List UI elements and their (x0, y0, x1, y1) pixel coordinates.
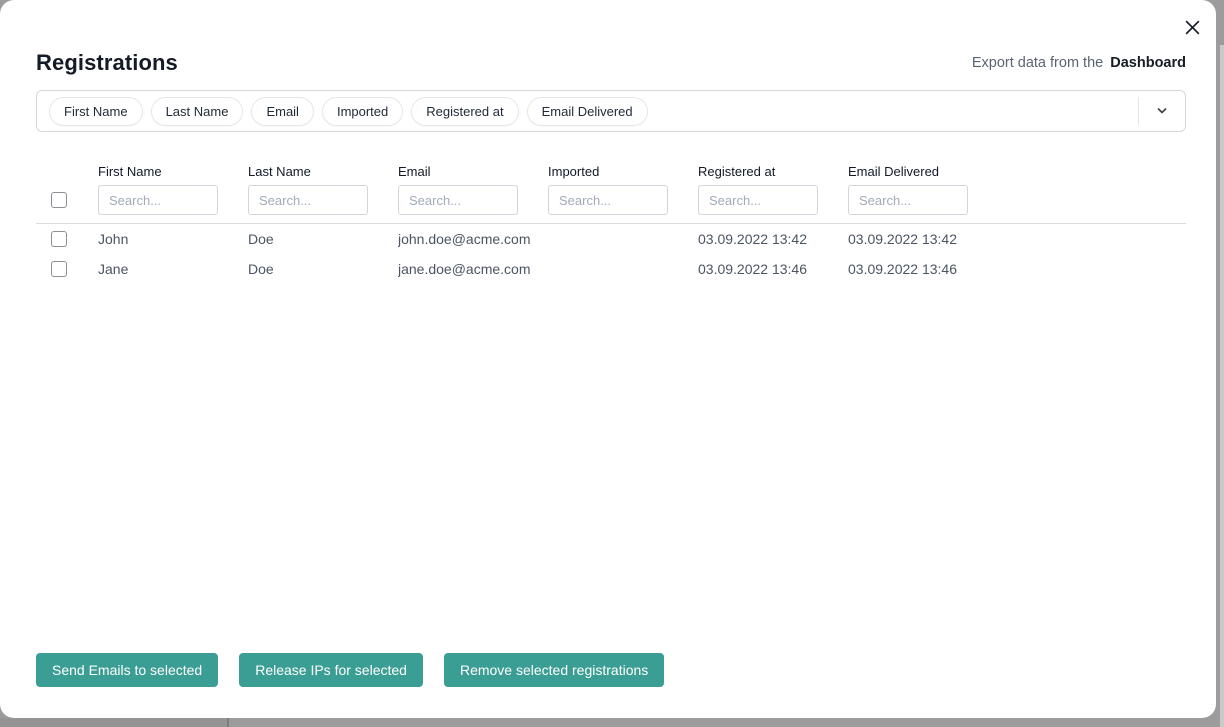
registrations-modal: Registrations Export data from the Dashb… (0, 0, 1216, 718)
cell-email-delivered: 03.09.2022 13:46 (848, 261, 998, 277)
remove-registrations-button[interactable]: Remove selected registrations (444, 653, 664, 687)
search-input-last-name[interactable] (248, 185, 368, 215)
select-all-checkbox[interactable] (51, 192, 67, 208)
content-spacer (36, 284, 1186, 653)
modal-header: Registrations Export data from the Dashb… (36, 50, 1186, 76)
select-all-cell (36, 192, 98, 215)
filter-pills: First Name Last Name Email Imported Regi… (49, 97, 648, 126)
cell-first-name: Jane (98, 261, 248, 277)
send-emails-button[interactable]: Send Emails to selected (36, 653, 218, 687)
filter-bar: First Name Last Name Email Imported Regi… (36, 90, 1186, 132)
cell-last-name: Doe (248, 231, 398, 247)
column-imported: Imported (548, 164, 698, 215)
cell-last-name: Doe (248, 261, 398, 277)
column-email-delivered: Email Delivered (848, 164, 998, 215)
table-header: First Name Last Name Email Imported Regi… (36, 164, 1186, 215)
release-ips-button[interactable]: Release IPs for selected (239, 653, 423, 687)
background-sidebar-edge (0, 718, 227, 727)
filter-bar-right (1138, 91, 1175, 131)
cell-email: john.doe@acme.com (398, 231, 548, 247)
close-icon (1184, 19, 1201, 36)
cell-email-delivered: 03.09.2022 13:42 (848, 231, 998, 247)
column-email: Email (398, 164, 548, 215)
filter-pill-first-name[interactable]: First Name (49, 97, 143, 126)
page-right-edge (1220, 45, 1224, 727)
table-row: Jane Doe jane.doe@acme.com 03.09.2022 13… (36, 254, 1186, 284)
column-header-first-name: First Name (98, 164, 248, 179)
registrations-table: First Name Last Name Email Imported Regi… (36, 164, 1186, 284)
cell-registered-at: 03.09.2022 13:42 (698, 231, 848, 247)
table-row: John Doe john.doe@acme.com 03.09.2022 13… (36, 224, 1186, 254)
filter-pill-last-name[interactable]: Last Name (151, 97, 244, 126)
filter-bar-separator (1138, 97, 1139, 125)
close-button[interactable] (1178, 13, 1206, 41)
cell-email: jane.doe@acme.com (398, 261, 548, 277)
filter-pill-registered-at[interactable]: Registered at (411, 97, 518, 126)
bulk-actions: Send Emails to selected Release IPs for … (36, 653, 1186, 687)
export-hint: Export data from the Dashboard (972, 55, 1186, 71)
background-sidebar-divider (227, 718, 229, 727)
column-header-registered-at: Registered at (698, 164, 848, 179)
column-header-email-delivered: Email Delivered (848, 164, 998, 179)
row-checkbox[interactable] (51, 261, 67, 277)
column-registered-at: Registered at (698, 164, 848, 215)
filter-pill-email-delivered[interactable]: Email Delivered (527, 97, 648, 126)
search-input-imported[interactable] (548, 185, 668, 215)
search-input-email[interactable] (398, 185, 518, 215)
filter-pill-imported[interactable]: Imported (322, 97, 403, 126)
dashboard-link[interactable]: Dashboard (1110, 55, 1186, 71)
row-checkbox-cell (36, 231, 98, 247)
column-first-name: First Name (98, 164, 248, 215)
column-header-last-name: Last Name (248, 164, 398, 179)
export-hint-text: Export data from the (972, 55, 1103, 71)
cell-registered-at: 03.09.2022 13:46 (698, 261, 848, 277)
page-title: Registrations (36, 50, 178, 76)
filter-pill-email[interactable]: Email (251, 97, 314, 126)
search-input-first-name[interactable] (98, 185, 218, 215)
cell-first-name: John (98, 231, 248, 247)
column-header-email: Email (398, 164, 548, 179)
column-header-imported: Imported (548, 164, 698, 179)
row-checkbox-cell (36, 261, 98, 277)
row-checkbox[interactable] (51, 231, 67, 247)
filter-dropdown-button[interactable] (1149, 98, 1175, 124)
search-input-email-delivered[interactable] (848, 185, 968, 215)
chevron-down-icon (1156, 105, 1168, 117)
search-input-registered-at[interactable] (698, 185, 818, 215)
column-last-name: Last Name (248, 164, 398, 215)
